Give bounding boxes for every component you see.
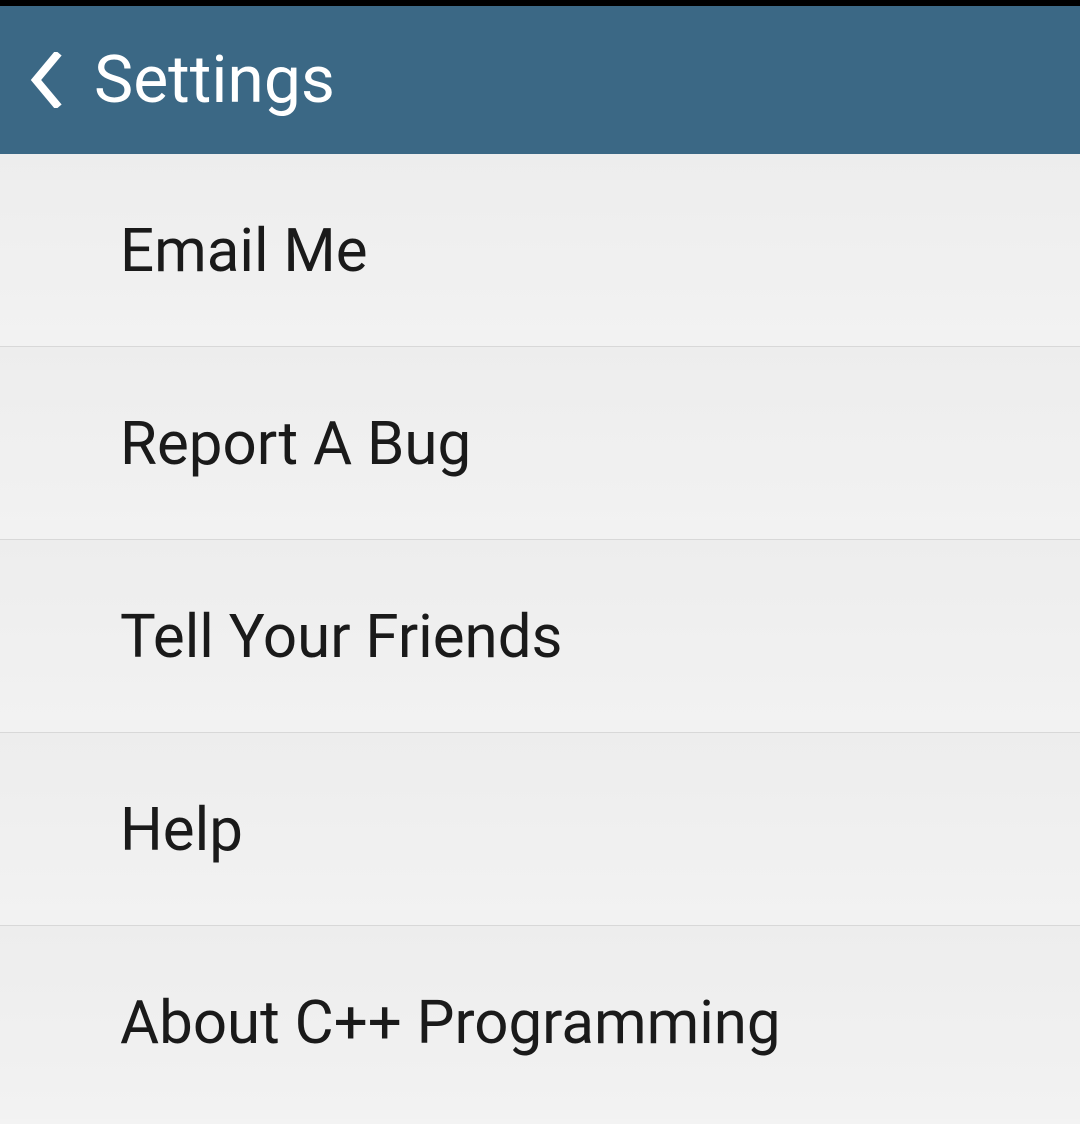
header: Settings [0, 6, 1080, 154]
list-item-label: Report A Bug [120, 408, 471, 479]
list-item-label: Email Me [120, 215, 368, 286]
page-title: Settings [94, 42, 335, 119]
list-item-about[interactable]: About C++ Programming [0, 926, 1080, 1119]
list-item-email-me[interactable]: Email Me [0, 154, 1080, 347]
list-item-report-bug[interactable]: Report A Bug [0, 347, 1080, 540]
list-item-label: Tell Your Friends [120, 601, 563, 672]
settings-list: Email Me Report A Bug Tell Your Friends … [0, 154, 1080, 1119]
list-item-label: About C++ Programming [120, 987, 781, 1058]
list-item-tell-friends[interactable]: Tell Your Friends [0, 540, 1080, 733]
list-item-help[interactable]: Help [0, 733, 1080, 926]
chevron-left-icon [28, 52, 62, 108]
back-button[interactable] [20, 50, 70, 110]
list-item-label: Help [120, 794, 243, 865]
